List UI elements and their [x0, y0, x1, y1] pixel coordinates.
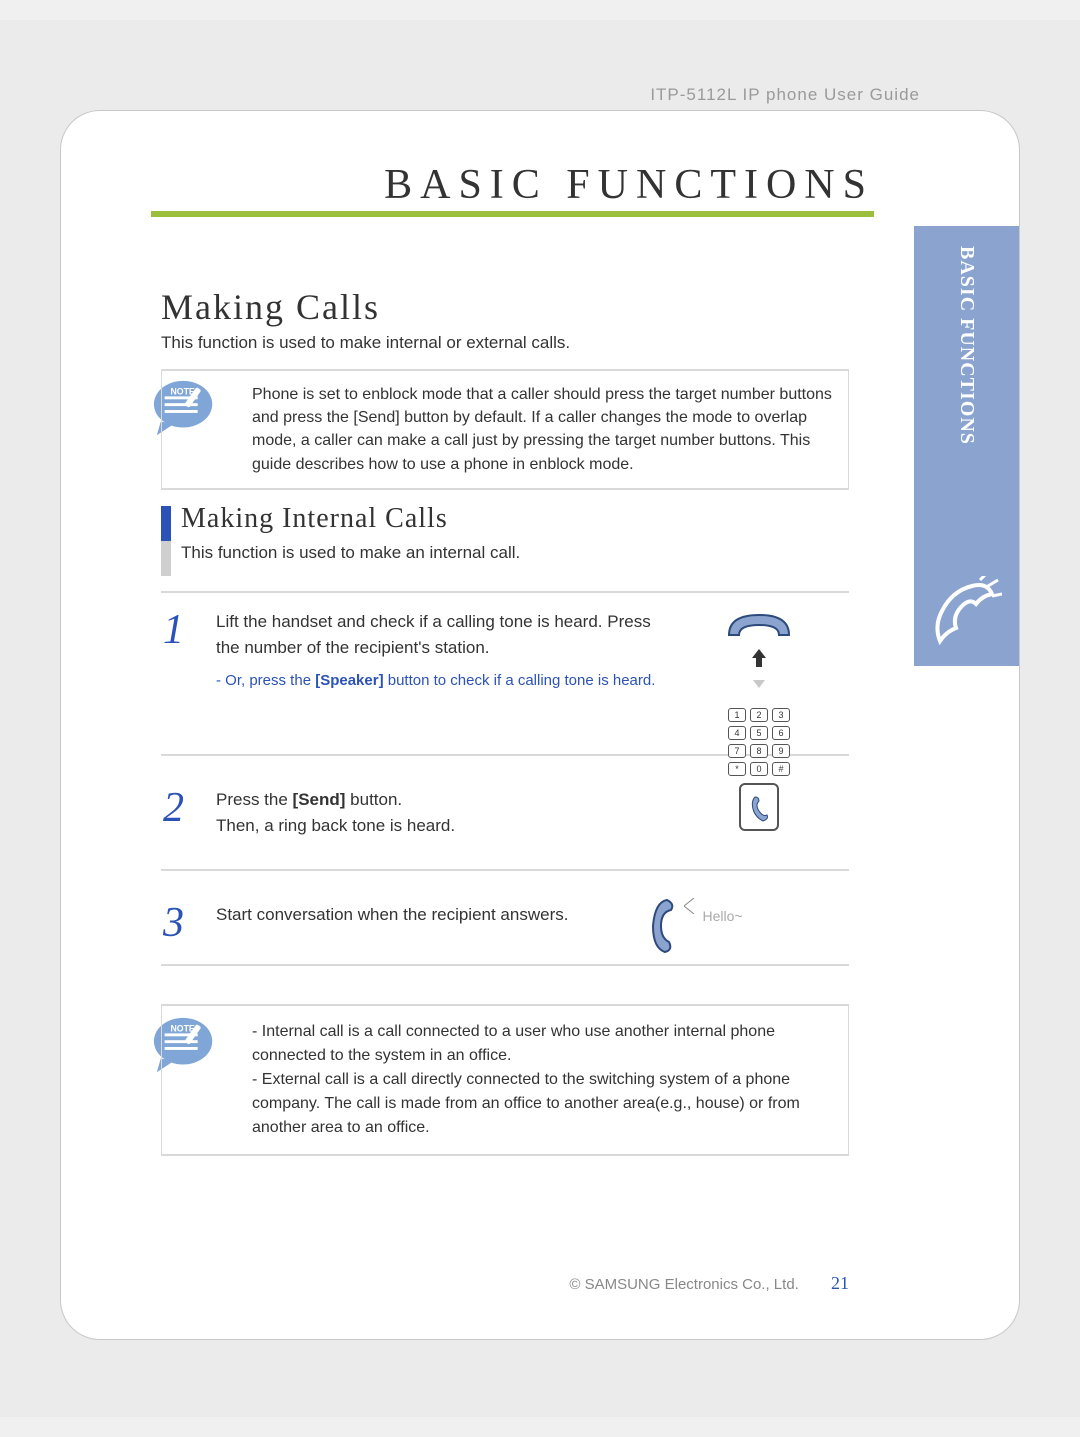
- header-guide-label: ITP-5112L IP phone User Guide: [650, 85, 920, 105]
- step-text: Press the [Send] button. Then, a ring ba…: [216, 787, 679, 838]
- section-desc: This function is used to make internal o…: [161, 333, 570, 353]
- receiver-icon: Hello~: [649, 898, 789, 954]
- handset-keypad-icon: 123 456 789 *0#: [689, 605, 829, 776]
- send-glyph-icon: [749, 795, 773, 823]
- speech-mark-icon: [684, 898, 696, 914]
- hello-label: Hello~: [702, 906, 742, 927]
- step-number: 2: [163, 777, 184, 840]
- title-rule: [151, 211, 874, 217]
- step-1: 1 Lift the handset and check if a callin…: [161, 591, 849, 756]
- page-frame: BASIC FUNCTIONS BASIC FUNCTIONS Making C…: [60, 110, 1020, 1340]
- keypad-icon: 123 456 789 *0#: [728, 708, 790, 776]
- step-number: 1: [163, 599, 184, 662]
- step-text: Start conversation when the recipient an…: [216, 902, 679, 928]
- note-call-definitions: - Internal call is a call connected to a…: [161, 1004, 849, 1156]
- step-number: 3: [163, 892, 184, 955]
- subsection-accent-bar: [161, 506, 171, 576]
- step-text: Lift the handset and check if a calling …: [216, 609, 679, 660]
- step-2: 2 Press the [Send] button. Then, a ring …: [161, 771, 849, 871]
- handset-icon: [724, 605, 794, 641]
- note-enblock-mode: Phone is set to enblock mode that a call…: [161, 369, 849, 490]
- note-bullet: - External call is a call directly conne…: [252, 1068, 832, 1140]
- document-sheet: ITP-5112L IP phone User Guide BASIC FUNC…: [0, 20, 1080, 1417]
- side-tab: BASIC FUNCTIONS: [914, 226, 1019, 666]
- subsection-desc: This function is used to make an interna…: [181, 543, 520, 563]
- section-title: Making Calls: [161, 286, 380, 328]
- copyright: © SAMSUNG Electronics Co., Ltd.: [569, 1276, 798, 1293]
- note-bullet: - Internal call is a call connected to a…: [252, 1020, 832, 1068]
- send-button-icon: [689, 783, 829, 839]
- page-number: 21: [831, 1273, 849, 1293]
- subsection-title: Making Internal Calls: [181, 503, 448, 535]
- chevron-down-icon: [753, 680, 765, 688]
- chapter-title: BASIC FUNCTIONS: [384, 161, 874, 209]
- phone-ring-icon: [932, 576, 1002, 656]
- arrow-up-icon: [752, 649, 766, 667]
- step-tip: - Or, press the [Speaker] button to chec…: [216, 670, 679, 691]
- page-footer: © SAMSUNG Electronics Co., Ltd. 21: [161, 1273, 849, 1294]
- side-tab-label: BASIC FUNCTIONS: [955, 246, 978, 445]
- step-3: 3 Start conversation when the recipient …: [161, 886, 849, 966]
